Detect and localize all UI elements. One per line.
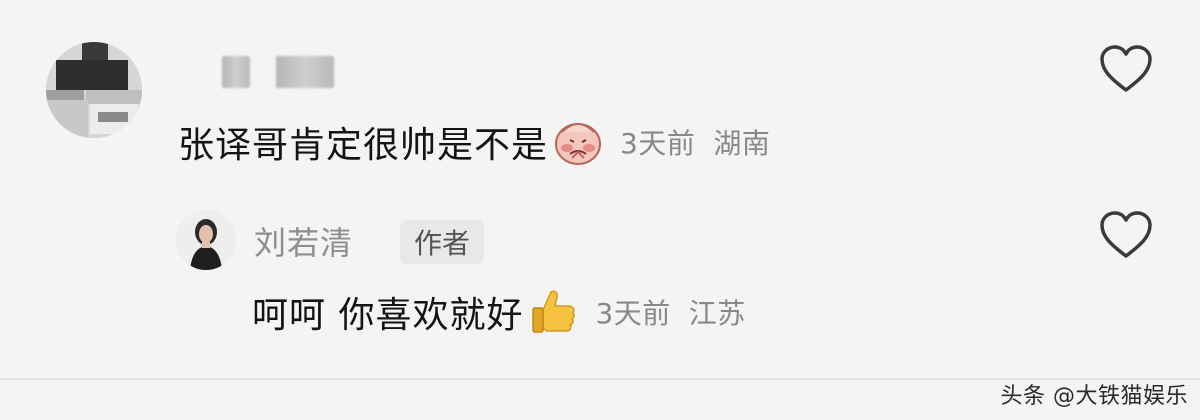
reply-location: 江苏 (688, 297, 746, 330)
comment-row: 张译哥肯定很帅是不是 3天前 湖南 (178, 118, 770, 166)
comment-meta: 3天前 湖南 (620, 122, 770, 162)
commenter-avatar[interactable] (46, 42, 142, 138)
author-badge: 作者 (400, 220, 485, 264)
commenter-username-blurred-2 (276, 56, 334, 88)
thumbs-up-emoji-icon (527, 286, 579, 338)
watermark: 头条 @大铁猫娱乐 (1000, 384, 1188, 409)
reply-time: 3天前 (595, 297, 671, 330)
commenter-username-blurred (222, 56, 250, 88)
comment-time: 3天前 (620, 127, 696, 160)
reply-meta: 3天前 江苏 (595, 292, 745, 332)
reply-text: 呵呵 你喜欢就好 (252, 295, 524, 336)
comment-text: 张译哥肯定很帅是不是 (178, 125, 549, 166)
comment-location: 湖南 (713, 127, 771, 160)
heart-outline-icon (1100, 45, 1152, 92)
blushing-face-emoji-icon (552, 118, 604, 166)
comment-thread: 张译哥肯定很帅是不是 3天前 湖南 刘若清 作者 呵呵 你喜欢就好 3天前 江苏… (0, 0, 1200, 420)
reply-like-button[interactable] (1098, 210, 1154, 260)
reply-row: 呵呵 你喜欢就好 3天前 江苏 (252, 286, 746, 338)
reply-author-avatar[interactable] (176, 210, 236, 270)
like-button[interactable] (1098, 44, 1154, 94)
reply-username[interactable]: 刘若清 (254, 218, 353, 264)
heart-outline-icon (1100, 211, 1152, 258)
